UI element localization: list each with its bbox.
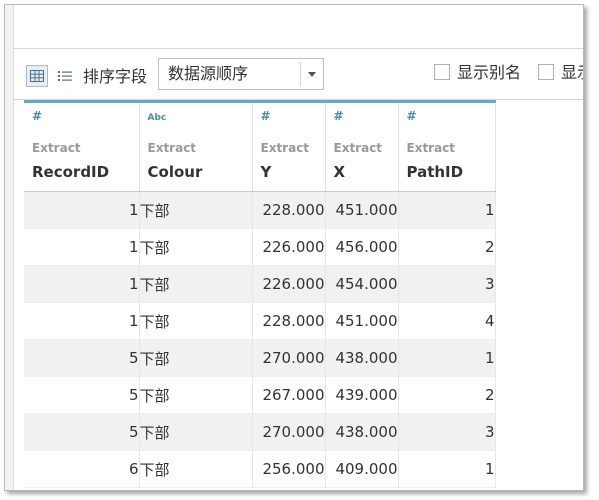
data-table: # Extract RecordID Abc Extract Colour # …: [24, 100, 496, 488]
string-type-icon: Abc: [147, 113, 167, 123]
sort-field-dropdown[interactable]: 数据源顺序: [158, 58, 324, 90]
recordid-cell: 1: [24, 228, 140, 266]
table-row[interactable]: 1 下部 228.000 451.000 1: [24, 191, 496, 229]
x-cell: 409.000: [325, 450, 399, 488]
y-cell: 256.000: [252, 450, 326, 488]
column-source: Extract: [333, 141, 383, 155]
colour-cell: 下部: [139, 450, 253, 488]
grid-view-icon: [30, 70, 44, 82]
number-type-icon: #: [32, 109, 43, 123]
y-cell: 270.000: [252, 339, 326, 377]
column-header-recordid[interactable]: # Extract RecordID: [24, 100, 140, 192]
recordid-cell: 5: [24, 339, 140, 377]
column-header-pathid[interactable]: # Extract PathID: [398, 100, 496, 192]
show-alias-label: 显示别名: [457, 63, 522, 82]
pathid-cell: 1: [398, 450, 496, 488]
x-cell: 439.000: [325, 376, 399, 414]
data-grid: # Extract RecordID Abc Extract Colour # …: [14, 100, 583, 490]
chevron-down-icon: [308, 72, 316, 77]
y-cell: 228.000: [252, 302, 326, 340]
data-source-window: 排序字段 数据源顺序 显示别名 显示 # Extract RecordID: [4, 4, 584, 491]
colour-cell: 下部: [139, 339, 253, 377]
y-cell: 267.000: [252, 376, 326, 414]
sort-field-label: 排序字段: [83, 67, 148, 86]
left-edge-strip: [5, 5, 14, 490]
table-row[interactable]: 1 下部 228.000 451.000 4: [24, 302, 496, 340]
recordid-cell: 1: [24, 265, 140, 303]
table-row[interactable]: 1 下部 226.000 454.000 3: [24, 265, 496, 303]
list-view-button[interactable]: [54, 65, 76, 87]
column-source: Extract: [32, 141, 81, 155]
pathid-cell: 3: [398, 413, 496, 451]
grid-toolbar: 排序字段 数据源顺序 显示别名 显示: [14, 49, 583, 100]
colour-cell: 下部: [139, 228, 253, 266]
x-cell: 451.000: [325, 191, 399, 229]
table-row[interactable]: 5 下部 267.000 439.000 2: [24, 376, 496, 414]
list-view-icon: [58, 71, 72, 81]
colour-cell: 下部: [139, 302, 253, 340]
colour-cell: 下部: [139, 376, 253, 414]
column-source: Extract: [147, 141, 197, 155]
sort-field-value: 数据源顺序: [168, 64, 249, 83]
number-type-icon: #: [333, 109, 344, 123]
column-header-y[interactable]: # Extract Y: [252, 100, 326, 192]
table-row[interactable]: 1 下部 226.000 456.000 2: [24, 228, 496, 266]
pathid-cell: 4: [398, 302, 496, 340]
recordid-cell: 5: [24, 413, 140, 451]
number-type-icon: #: [406, 109, 417, 123]
x-cell: 454.000: [325, 265, 399, 303]
recordid-cell: 5: [24, 376, 140, 414]
dropdown-button[interactable]: [300, 62, 323, 86]
y-cell: 228.000: [252, 191, 326, 229]
table-row[interactable]: 5 下部 270.000 438.000 3: [24, 413, 496, 451]
y-cell: 270.000: [252, 413, 326, 451]
column-header-x[interactable]: # Extract X: [325, 100, 399, 192]
column-name: X: [333, 163, 346, 181]
column-name: Y: [260, 163, 272, 181]
show-alias-checkbox[interactable]: [434, 64, 450, 80]
column-name: Colour: [147, 163, 203, 181]
header-row: # Extract RecordID Abc Extract Colour # …: [24, 100, 496, 192]
pathid-cell: 3: [398, 265, 496, 303]
recordid-cell: 1: [24, 302, 140, 340]
show-hidden-label: 显示: [561, 63, 583, 82]
pathid-cell: 2: [398, 228, 496, 266]
colour-cell: 下部: [139, 265, 253, 303]
column-name: PathID: [406, 163, 464, 181]
column-source: Extract: [260, 141, 310, 155]
x-cell: 438.000: [325, 413, 399, 451]
pathid-cell: 2: [398, 376, 496, 414]
x-cell: 438.000: [325, 339, 399, 377]
recordid-cell: 6: [24, 450, 140, 488]
column-name: RecordID: [32, 163, 110, 181]
colour-cell: 下部: [139, 413, 253, 451]
column-source: Extract: [406, 141, 456, 155]
x-cell: 451.000: [325, 302, 399, 340]
top-panel: [14, 5, 583, 49]
recordid-cell: 1: [24, 191, 140, 229]
table-row[interactable]: 6 下部 256.000 409.000 1: [24, 450, 496, 488]
number-type-icon: #: [260, 109, 271, 123]
colour-cell: 下部: [139, 191, 253, 229]
pathid-cell: 1: [398, 191, 496, 229]
grid-view-button[interactable]: [26, 65, 48, 87]
y-cell: 226.000: [252, 265, 326, 303]
show-hidden-checkbox[interactable]: [538, 64, 554, 80]
x-cell: 456.000: [325, 228, 399, 266]
y-cell: 226.000: [252, 228, 326, 266]
table-row[interactable]: 5 下部 270.000 438.000 1: [24, 339, 496, 377]
column-header-colour[interactable]: Abc Extract Colour: [139, 100, 253, 192]
pathid-cell: 1: [398, 339, 496, 377]
